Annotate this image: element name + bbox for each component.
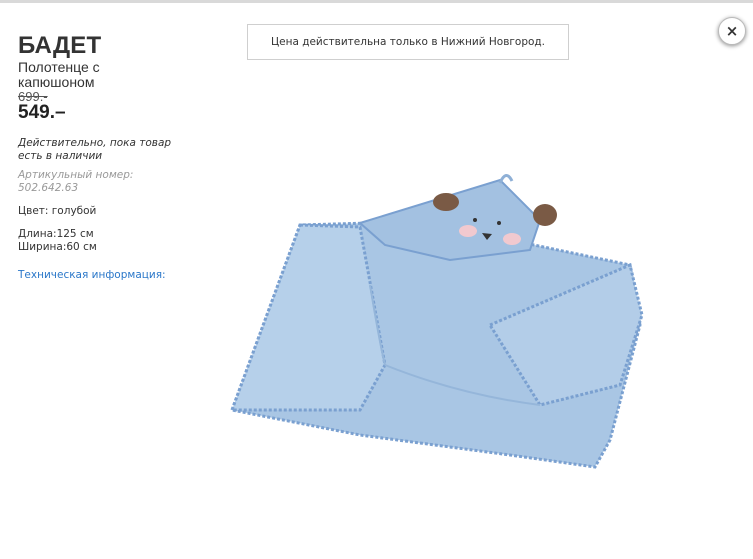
product-length: Длина:125 см <box>18 228 94 240</box>
close-button[interactable]: × <box>718 17 746 45</box>
bear-ear-left <box>433 193 459 211</box>
availability-note: Действительно, пока товар есть в наличии <box>18 137 172 162</box>
towel-left-fold <box>229 223 387 412</box>
top-divider <box>0 0 753 3</box>
product-color: Цвет: голубой <box>18 205 97 217</box>
tech-info-link[interactable]: Техническая информация: <box>18 269 193 282</box>
current-price: 549.– <box>18 102 66 123</box>
product-info-panel: БАДЕТ Полотенце с капюшоном 699.- 549.– … <box>18 32 193 282</box>
close-icon: × <box>725 21 739 40</box>
bear-cheek-left <box>459 225 477 237</box>
bear-ear-right <box>533 204 557 226</box>
product-description: Полотенце с капюшоном <box>18 59 100 90</box>
price-notice: Цена действительна только в Нижний Новго… <box>247 24 569 60</box>
article-number: Артикульный номер: 502.642.63 <box>18 169 134 194</box>
bear-eye-left <box>473 218 477 222</box>
hanging-loop <box>498 174 514 184</box>
product-width: Ширина:60 см <box>18 241 97 253</box>
bear-eye-right <box>497 221 501 225</box>
product-dimensions: Длина:125 см Ширина:60 см <box>18 228 193 254</box>
product-name: БАДЕТ <box>18 32 102 59</box>
bear-cheek-right <box>503 233 521 245</box>
product-image <box>229 174 644 469</box>
